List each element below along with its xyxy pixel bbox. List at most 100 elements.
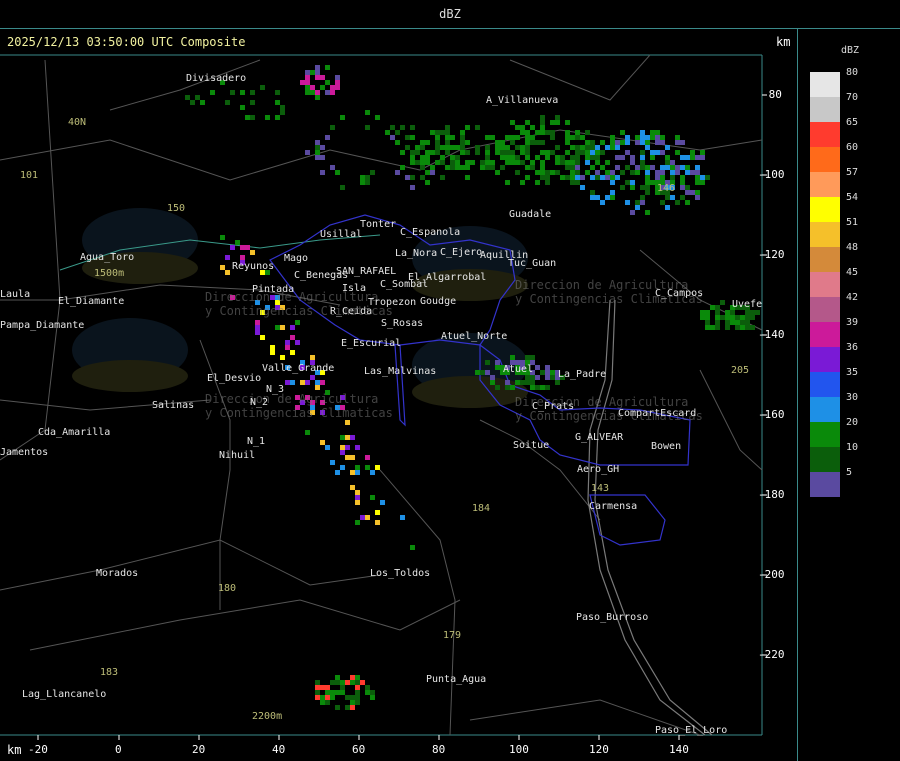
echo-cell <box>495 140 500 145</box>
echo-cell <box>355 500 360 505</box>
echo-cell <box>240 255 245 260</box>
echo-cell <box>610 190 615 195</box>
echo-cell <box>540 120 545 125</box>
echo-cell <box>280 110 285 115</box>
echo-cell <box>285 340 290 345</box>
echo-cell <box>290 350 295 355</box>
legend-label: 80 <box>846 67 859 78</box>
echo-cell <box>550 170 555 175</box>
echo-cell <box>570 180 575 185</box>
echo-cell <box>325 80 330 85</box>
echo-cell <box>400 515 405 520</box>
echo-cell <box>540 125 545 130</box>
radar-map[interactable] <box>0 0 900 761</box>
echo-cell <box>550 135 555 140</box>
place-label: Los_Toldos <box>370 568 431 579</box>
echo-cell <box>540 140 545 145</box>
echo-cell <box>405 135 410 140</box>
echo-cell <box>350 485 355 490</box>
echo-cell <box>310 85 315 90</box>
echo-cell <box>260 85 265 90</box>
echo-cell <box>580 135 585 140</box>
echo-cell <box>430 150 435 155</box>
echo-cell <box>270 350 275 355</box>
echo-cell <box>680 185 685 190</box>
echo-cell <box>655 175 660 180</box>
echo-cell <box>305 90 310 95</box>
echo-cell <box>490 135 495 140</box>
echo-cell <box>320 685 325 690</box>
echo-cell <box>250 250 255 255</box>
echo-cell <box>520 130 525 135</box>
echo-cell <box>265 115 270 120</box>
echo-cell <box>330 90 335 95</box>
echo-cell <box>685 200 690 205</box>
echo-cell <box>595 195 600 200</box>
place-label: Tonter <box>360 219 397 230</box>
echo-cell <box>525 140 530 145</box>
echo-cell <box>320 85 325 90</box>
echo-cell <box>665 145 670 150</box>
echo-cell <box>320 380 325 385</box>
echo-cell <box>700 175 705 180</box>
echo-cell <box>435 160 440 165</box>
place-label: Laula <box>0 289 31 300</box>
echo-cell <box>355 470 360 475</box>
echo-cell <box>275 115 280 120</box>
echo-cell <box>635 135 640 140</box>
place-label: N_1 <box>247 436 266 447</box>
echo-cell <box>660 135 665 140</box>
echo-cell <box>490 375 495 380</box>
echo-cell <box>660 165 665 170</box>
place-label: Bowen <box>651 441 682 452</box>
echo-cell <box>675 140 680 145</box>
echo-cell <box>370 170 375 175</box>
echo-cell <box>705 315 710 320</box>
place-label: S_Rosas <box>381 318 424 329</box>
echo-cell <box>695 180 700 185</box>
place-label: N_2 <box>250 397 269 408</box>
echo-cell <box>680 195 685 200</box>
echo-cell <box>420 160 425 165</box>
echo-cell <box>675 165 680 170</box>
echo-cell <box>555 155 560 160</box>
echo-cell <box>615 165 620 170</box>
echo-cell <box>460 135 465 140</box>
echo-cell <box>625 135 630 140</box>
legend-label: 65 <box>846 117 859 128</box>
echo-cell <box>465 165 470 170</box>
echo-cell <box>640 200 645 205</box>
place-label: Atuel_Norte <box>441 331 508 342</box>
echo-cell <box>445 140 450 145</box>
echo-cell <box>500 145 505 150</box>
echo-cell <box>465 160 470 165</box>
place-label: Pampa_Diamante <box>0 320 85 331</box>
echo-cell <box>540 175 545 180</box>
legend-title: dBZ <box>841 45 860 56</box>
echo-cell <box>315 65 320 70</box>
echo-cell <box>650 155 655 160</box>
echo-cell <box>645 165 650 170</box>
echo-cell <box>670 170 675 175</box>
echo-cell <box>500 150 505 155</box>
echo-cell <box>250 90 255 95</box>
echo-cell <box>570 165 575 170</box>
echo-cell <box>430 170 435 175</box>
echo-cell <box>520 380 525 385</box>
echo-cell <box>190 100 195 105</box>
echo-cell <box>725 320 730 325</box>
echo-cell <box>315 385 320 390</box>
echo-cell <box>630 210 635 215</box>
echo-cell <box>350 470 355 475</box>
echo-cell <box>565 160 570 165</box>
echo-cell <box>550 120 555 125</box>
echo-cell <box>550 370 555 375</box>
echo-cell <box>370 495 375 500</box>
echo-cell <box>575 145 580 150</box>
echo-cell <box>465 140 470 145</box>
echo-cell <box>700 155 705 160</box>
echo-cell <box>585 130 590 135</box>
echo-cell <box>650 180 655 185</box>
echo-cell <box>695 170 700 175</box>
echo-cell <box>430 130 435 135</box>
